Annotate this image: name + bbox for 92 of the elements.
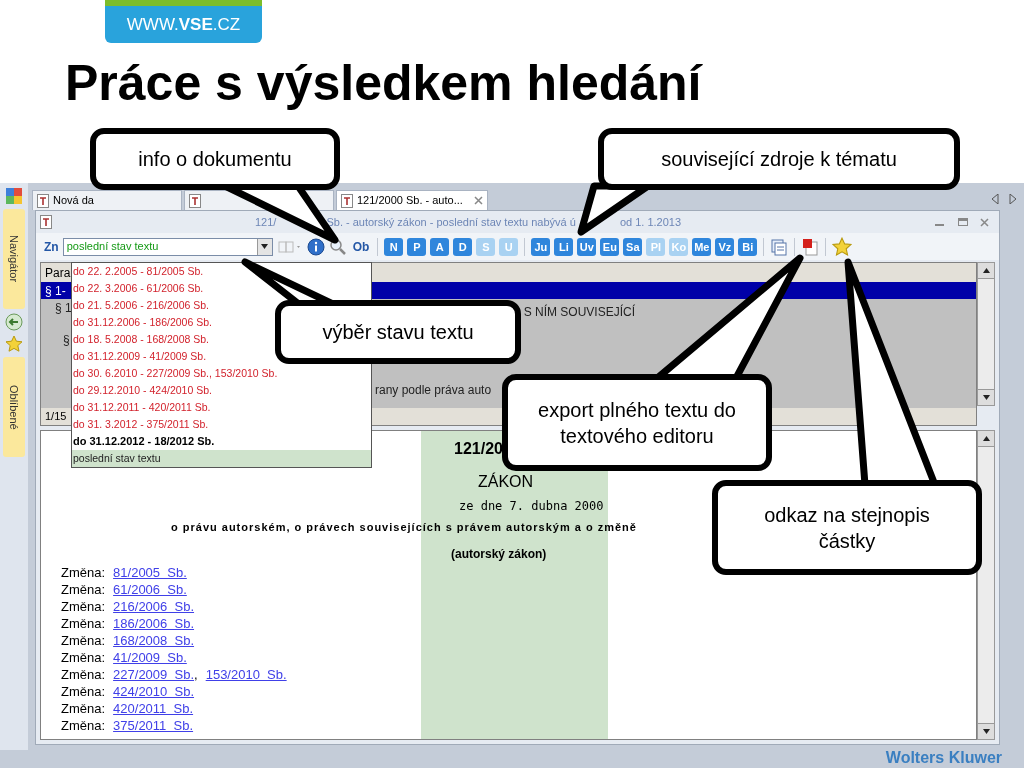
letter-button[interactable]: Bi xyxy=(738,237,758,256)
letter-button[interactable]: Vz xyxy=(715,237,735,256)
letter-button[interactable]: Sa xyxy=(623,237,643,256)
law-link[interactable]: 186/2006 Sb. xyxy=(113,614,195,634)
change-label: Změna: xyxy=(61,683,106,702)
export-document-icon[interactable] xyxy=(770,237,789,256)
change-label: Změna: xyxy=(61,700,106,719)
scroll-down-icon[interactable] xyxy=(982,729,990,734)
law-link[interactable]: 424/2010 Sb. xyxy=(113,682,195,702)
scrollbar[interactable] xyxy=(977,430,995,740)
dropdown-option[interactable]: do 30. 6.2010 - 227/2009 Sb., 153/2010 Sb. xyxy=(72,365,278,382)
letter-button[interactable]: Me xyxy=(692,237,712,256)
dropdown-option[interactable]: do 22. 3.2006 - 61/2006 Sb. xyxy=(72,280,204,297)
law-kind: ZÁKON xyxy=(478,471,534,492)
law-link[interactable]: 81/2005 Sb. xyxy=(113,563,187,583)
outline-text: § 1- xyxy=(44,282,66,300)
side-tab[interactable]: Navigátor xyxy=(3,209,25,309)
window-title: Sb. - autorský zákon - poslední stav textu nabývá ú xyxy=(326,214,576,230)
document-icon xyxy=(40,215,52,229)
link-separator: , xyxy=(194,666,198,685)
dropdown-option[interactable]: do 18. 5.2008 - 168/2008 Sb. xyxy=(72,331,210,348)
close-icon[interactable] xyxy=(980,217,989,227)
change-label: Změna: xyxy=(61,717,106,736)
law-link[interactable]: 227/2009 Sb. xyxy=(113,665,195,685)
law-link[interactable]: 168/2008 Sb. xyxy=(113,631,195,651)
scrollbar[interactable] xyxy=(977,262,995,406)
letter-button[interactable]: P xyxy=(407,237,427,256)
law-subject: o právu autorském, o právech souvisejících s právem autorským a o změně xyxy=(171,520,637,535)
pdf-icon[interactable] xyxy=(801,237,820,256)
close-icon[interactable] xyxy=(474,196,483,205)
window-title: od 1. 1.2013 xyxy=(619,214,682,230)
star-icon[interactable] xyxy=(5,335,23,353)
law-link[interactable]: 375/2011 Sb. xyxy=(113,716,194,736)
dropdown-option[interactable]: do 31.12.2012 - 18/2012 Sb. xyxy=(72,433,215,450)
change-label: Změna: xyxy=(61,564,106,583)
dropdown-option[interactable]: do 31.12.2006 - 186/2006 Sb. xyxy=(72,314,212,331)
scroll-down-icon[interactable] xyxy=(982,395,990,400)
app-logo-icon xyxy=(5,187,23,205)
law-link[interactable]: 153/2010 Sb. xyxy=(205,665,287,685)
change-label: Změna: xyxy=(61,632,106,651)
maximize-icon[interactable] xyxy=(958,218,968,226)
footer-logo: Wolters Kluwer xyxy=(885,750,1002,768)
state-select[interactable]: poslední stav textu xyxy=(62,237,273,256)
dropdown-option[interactable]: do 31.12.2009 - 41/2009 Sb. xyxy=(72,348,207,365)
letter-button[interactable]: Ju xyxy=(531,237,551,256)
window-title: 121/ xyxy=(255,214,277,230)
law-link[interactable]: 420/2011 Sb. xyxy=(113,699,194,719)
change-label: Změna: xyxy=(61,598,106,617)
info-icon[interactable] xyxy=(306,237,325,256)
change-label: Změna: xyxy=(61,615,106,634)
site-logo: WWW.VSE.CZ xyxy=(105,0,262,43)
law-date: ze dne 7. dubna 2000 xyxy=(459,498,604,515)
side-tab[interactable]: Oblíbené xyxy=(3,357,25,457)
change-label: Změna: xyxy=(61,666,106,685)
tab-label: 121/2000 Sb. - auto... xyxy=(357,193,463,209)
status-text: 1/15 xyxy=(45,409,67,425)
scroll-left-icon[interactable] xyxy=(992,194,999,204)
letter-button[interactable]: Eu xyxy=(600,237,620,256)
dropdown-option[interactable]: poslední stav textu xyxy=(72,450,371,467)
letter-button[interactable]: D xyxy=(453,237,473,256)
star-icon[interactable] xyxy=(832,236,853,257)
dropdown-option[interactable]: do 22. 2.2005 - 81/2005 Sb. xyxy=(72,263,204,280)
law-number: 121/20 xyxy=(454,439,503,459)
change-label: Změna: xyxy=(61,649,106,668)
letter-button[interactable]: Uv xyxy=(577,237,597,256)
ob-button[interactable]: Ob xyxy=(350,237,372,256)
law-link[interactable]: 216/2006 Sb. xyxy=(113,597,195,617)
dropdown-option[interactable]: do 31.12.2011 - 420/2011 Sb. xyxy=(72,399,211,416)
law-link[interactable]: 61/2006 Sb. xyxy=(113,580,187,600)
slide-title: Práce s výsledkem hledání xyxy=(65,54,702,113)
letter-button[interactable]: Li xyxy=(554,237,574,256)
document-tab[interactable]: Nová da xyxy=(32,190,182,210)
dropdown-option[interactable]: do 29.12.2010 - 424/2010 Sb. xyxy=(72,382,212,399)
tab-label: Nová da xyxy=(53,193,94,209)
document-icon xyxy=(189,193,201,208)
document-tab[interactable]: 121/2000 Sb. - auto... xyxy=(336,190,488,210)
letter-button[interactable]: A xyxy=(430,237,450,256)
scroll-right-icon[interactable] xyxy=(1009,194,1016,204)
law-short-title: (autorský zákon) xyxy=(451,545,547,563)
letter-button[interactable]: N xyxy=(384,237,404,256)
scroll-up-icon[interactable] xyxy=(982,268,990,273)
dropdown-option[interactable]: do 21. 5.2006 - 216/2006 Sb. xyxy=(72,297,210,314)
callout: export plného textu do textového editoru xyxy=(502,374,772,471)
document-icon xyxy=(37,193,49,208)
zn-label: Zn xyxy=(44,238,59,256)
document-icon xyxy=(341,193,353,208)
column-header: Para xyxy=(45,264,71,282)
callout: odkaz na stejnopis částky xyxy=(712,480,982,575)
dropdown-option[interactable]: do 31. 3.2012 - 375/2011 Sb. xyxy=(72,416,209,433)
change-label: Změna: xyxy=(61,581,106,600)
scroll-up-icon[interactable] xyxy=(982,436,990,441)
law-link[interactable]: 41/2009 Sb. xyxy=(113,648,187,668)
